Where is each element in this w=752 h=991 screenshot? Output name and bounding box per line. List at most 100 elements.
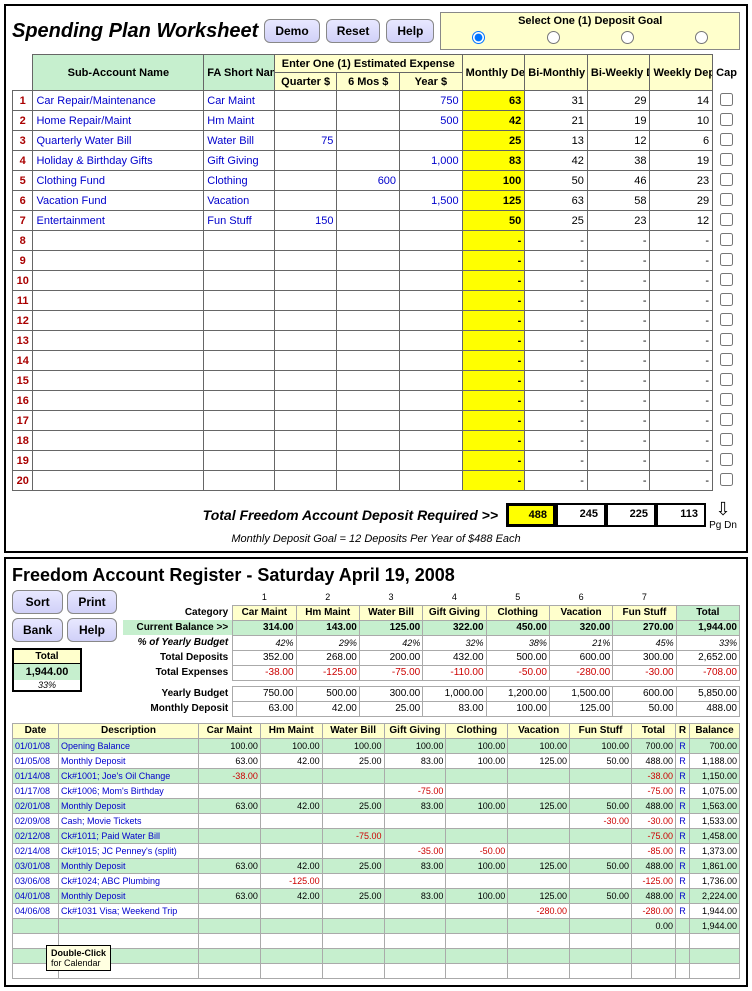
ledger-desc[interactable]: Ck#1006; Mom's Birthday [59, 783, 199, 798]
print-button[interactable]: Print [67, 590, 116, 614]
quarter-cell[interactable] [274, 371, 337, 391]
cap-checkbox-cell[interactable] [713, 431, 740, 451]
sixmos-cell[interactable] [337, 91, 400, 111]
quarter-cell[interactable] [274, 431, 337, 451]
year-cell[interactable] [400, 411, 463, 431]
ledger-amount[interactable] [446, 963, 508, 978]
ledger-date[interactable]: 03/01/08 [13, 858, 59, 873]
fa-short-cell[interactable] [204, 291, 275, 311]
ledger-amount[interactable] [260, 843, 322, 858]
radio-weekly[interactable] [695, 31, 708, 44]
fa-short-cell[interactable] [204, 371, 275, 391]
sixmos-cell[interactable] [337, 251, 400, 271]
help-button-register[interactable]: Help [67, 618, 116, 642]
ledger-amount[interactable] [570, 903, 632, 918]
ledger-amount[interactable]: 100.00 [446, 753, 508, 768]
ledger-amount[interactable] [384, 873, 446, 888]
ledger-amount[interactable]: 63.00 [199, 888, 261, 903]
radio-monthly[interactable] [472, 31, 485, 44]
ledger-amount[interactable] [384, 768, 446, 783]
sub-account-cell[interactable] [33, 311, 204, 331]
reset-button[interactable]: Reset [326, 19, 381, 43]
ledger-desc[interactable]: Ck#1031 Visa; Weekend Trip [59, 903, 199, 918]
ledger-amount[interactable]: 25.00 [322, 858, 384, 873]
sixmos-cell[interactable] [337, 131, 400, 151]
ledger-amount[interactable] [260, 903, 322, 918]
ledger-date[interactable]: 01/01/08 [13, 738, 59, 753]
sub-account-cell[interactable] [33, 451, 204, 471]
ledger-amount[interactable] [384, 828, 446, 843]
cap-checkbox[interactable] [720, 453, 733, 466]
year-cell[interactable] [400, 471, 463, 491]
cap-checkbox[interactable] [720, 233, 733, 246]
sub-account-cell[interactable] [33, 431, 204, 451]
ledger-r[interactable]: R [676, 843, 690, 858]
ledger-amount[interactable] [384, 948, 446, 963]
ledger-date[interactable]: 01/14/08 [13, 768, 59, 783]
cap-checkbox-cell[interactable] [713, 411, 740, 431]
ledger-amount[interactable]: 50.00 [570, 753, 632, 768]
ledger-amount[interactable] [508, 828, 570, 843]
ledger-amount[interactable] [322, 813, 384, 828]
cap-checkbox[interactable] [720, 113, 733, 126]
ledger-amount[interactable]: 63.00 [199, 753, 261, 768]
ledger-r[interactable]: R [676, 858, 690, 873]
demo-button[interactable]: Demo [264, 19, 319, 43]
quarter-cell[interactable] [274, 231, 337, 251]
ledger-r[interactable]: R [676, 903, 690, 918]
quarter-cell[interactable] [274, 451, 337, 471]
ledger-amount[interactable]: -30.00 [570, 813, 632, 828]
ledger-amount[interactable]: 42.00 [260, 798, 322, 813]
ledger-amount[interactable] [260, 933, 322, 948]
radio-bimonthly[interactable] [547, 31, 560, 44]
ledger-amount[interactable]: -38.00 [199, 768, 261, 783]
ledger-amount[interactable] [322, 873, 384, 888]
sub-account-cell[interactable] [33, 391, 204, 411]
ledger-amount[interactable] [508, 873, 570, 888]
quarter-cell[interactable] [274, 331, 337, 351]
ledger-amount[interactable]: -75.00 [322, 828, 384, 843]
ledger-amount[interactable]: -280.00 [508, 903, 570, 918]
ledger-amount[interactable]: 100.00 [508, 738, 570, 753]
ledger-amount[interactable]: 42.00 [260, 753, 322, 768]
ledger-date[interactable]: 02/09/08 [13, 813, 59, 828]
cap-checkbox-cell[interactable] [713, 271, 740, 291]
sub-account-cell[interactable]: Home Repair/Maint [33, 111, 204, 131]
cap-checkbox[interactable] [720, 313, 733, 326]
ledger-amount[interactable]: 100.00 [384, 738, 446, 753]
ledger-r[interactable] [676, 918, 690, 933]
sub-account-cell[interactable]: Entertainment [33, 211, 204, 231]
year-cell[interactable] [400, 311, 463, 331]
ledger-amount[interactable] [260, 948, 322, 963]
cap-checkbox-cell[interactable] [713, 111, 740, 131]
ledger-amount[interactable] [384, 903, 446, 918]
cap-checkbox[interactable] [720, 173, 733, 186]
fa-short-cell[interactable]: Car Maint [204, 91, 275, 111]
cap-checkbox-cell[interactable] [713, 211, 740, 231]
year-cell[interactable] [400, 351, 463, 371]
ledger-amount[interactable] [570, 963, 632, 978]
ledger-amount[interactable]: 83.00 [384, 858, 446, 873]
ledger-amount[interactable] [260, 783, 322, 798]
fa-short-cell[interactable] [204, 411, 275, 431]
ledger-amount[interactable]: 83.00 [384, 798, 446, 813]
ledger-date[interactable]: 01/17/08 [13, 783, 59, 798]
ledger-amount[interactable] [384, 918, 446, 933]
ledger-amount[interactable] [570, 933, 632, 948]
cap-checkbox[interactable] [720, 373, 733, 386]
ledger-amount[interactable] [508, 933, 570, 948]
ledger-amount[interactable] [199, 873, 261, 888]
ledger-amount[interactable] [508, 918, 570, 933]
fa-short-cell[interactable]: Clothing [204, 171, 275, 191]
sixmos-cell[interactable] [337, 331, 400, 351]
sixmos-cell[interactable] [337, 431, 400, 451]
cap-checkbox[interactable] [720, 193, 733, 206]
cap-checkbox-cell[interactable] [713, 351, 740, 371]
page-down[interactable]: ⇩ Pg Dn [706, 499, 740, 531]
cap-checkbox[interactable] [720, 273, 733, 286]
ledger-amount[interactable]: 100.00 [199, 738, 261, 753]
fa-short-cell[interactable] [204, 251, 275, 271]
cap-checkbox[interactable] [720, 393, 733, 406]
ledger-amount[interactable] [322, 918, 384, 933]
ledger-amount[interactable] [446, 783, 508, 798]
